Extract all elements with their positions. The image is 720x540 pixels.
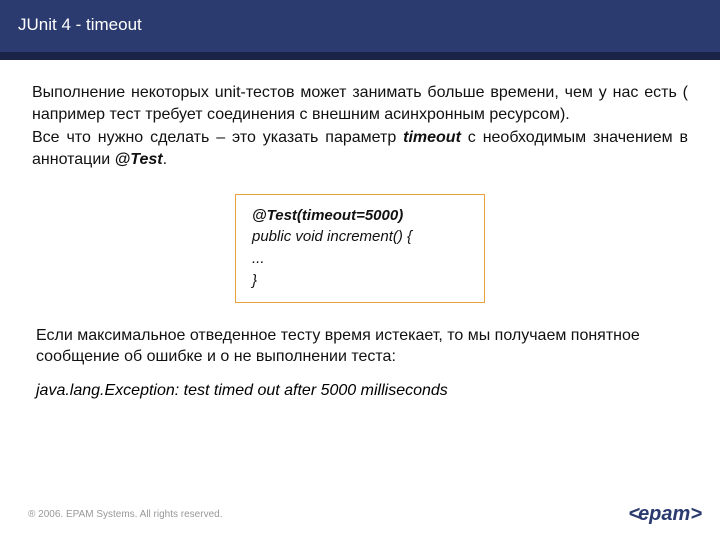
error-message: java.lang.Exception: test timed out afte… bbox=[32, 382, 688, 400]
code-line: ... bbox=[252, 248, 472, 270]
slide-footer: ® 2006. EPAM Systems. All rights reserve… bbox=[28, 503, 700, 526]
text: Все что нужно сделать – это указать пара… bbox=[32, 129, 403, 146]
logo-chevron-left-icon: < bbox=[628, 503, 638, 526]
slide-content: Выполнение некоторых unit-тестов может з… bbox=[0, 60, 720, 400]
text: . bbox=[163, 151, 167, 168]
slide-header: JUnit 4 - timeout bbox=[0, 0, 720, 60]
keyword-test-annotation: @Test bbox=[115, 151, 163, 168]
copyright-text: ® 2006. EPAM Systems. All rights reserve… bbox=[28, 509, 222, 520]
keyword-timeout: timeout bbox=[403, 129, 461, 146]
epam-logo: <epam> bbox=[628, 503, 700, 526]
code-line: @Test(timeout=5000) bbox=[252, 205, 472, 227]
text: Выполнение некоторых unit-тестов может з… bbox=[32, 84, 688, 123]
logo-text: epam bbox=[638, 503, 690, 526]
paragraph-2: Если максимальное отведенное тесту время… bbox=[32, 325, 688, 368]
paragraph-1: Выполнение некоторых unit-тестов может з… bbox=[32, 82, 688, 172]
code-line: public void increment() { bbox=[252, 226, 472, 248]
code-snippet: @Test(timeout=5000) public void incremen… bbox=[235, 194, 485, 303]
logo-chevron-right-icon: > bbox=[690, 503, 700, 526]
slide-title: JUnit 4 - timeout bbox=[18, 15, 142, 35]
code-line: } bbox=[252, 270, 472, 292]
